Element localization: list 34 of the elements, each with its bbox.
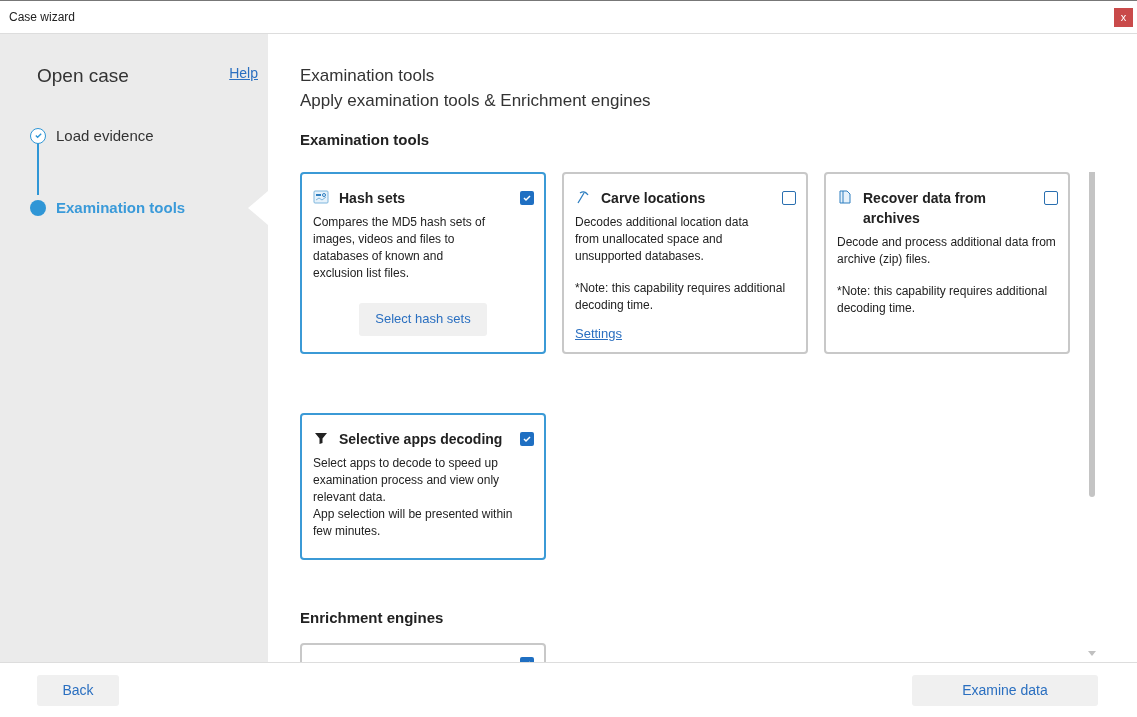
examine-data-button[interactable]: Examine data	[912, 674, 1098, 706]
card-description: Compares the MD5 hash sets of images, videos and files to databases of known and exclusion list files.	[313, 213, 487, 282]
checkbox[interactable]	[520, 190, 534, 205]
picture-icon	[313, 188, 329, 205]
settings-link[interactable]: Settings	[575, 323, 622, 343]
card-description: Select apps to decode to speed up examination process and view only relevant data. App selection will be presented within few minutes.	[313, 454, 514, 540]
checkbox[interactable]	[782, 190, 796, 205]
card-description: Decodes additional location data from unallocated space and unsupported databases.	[575, 213, 750, 265]
window-title: Case wizard	[9, 9, 76, 26]
checkbox[interactable]	[520, 431, 534, 446]
scrollbar-thumb[interactable]	[1089, 171, 1095, 497]
card-title: Hash sets	[339, 188, 407, 208]
section-heading: Enrichment engines	[300, 607, 445, 628]
card-note: *Note: this capability requires additional decoding time.	[575, 279, 787, 314]
card-note: *Note: this capability requires additional decoding time.	[837, 282, 1049, 317]
checkmark-icon	[522, 433, 532, 444]
section-heading: Examination tools	[300, 130, 431, 150]
help-link[interactable]: Help	[229, 63, 258, 84]
step-label[interactable]: Examination tools	[56, 197, 186, 220]
page-title: Examination tools	[300, 65, 436, 87]
document-icon	[837, 188, 853, 205]
back-button[interactable]: Back	[37, 674, 119, 706]
checkmark-icon	[522, 192, 532, 203]
select-hash-sets-button[interactable]: Select hash sets	[359, 302, 487, 336]
close-button[interactable]: x	[1114, 7, 1133, 27]
checkbox[interactable]	[1044, 190, 1058, 205]
card-description: Decode and process additional data from archive (zip) files.	[837, 233, 1057, 268]
sidebar-title: Open case	[37, 64, 129, 88]
card-title: Recover data from archives	[863, 188, 987, 228]
pickaxe-icon	[575, 188, 591, 205]
card-title: Selective apps decoding	[339, 429, 504, 449]
card-title: Carve locations	[601, 188, 707, 208]
step-label[interactable]: Load evidence	[56, 124, 154, 147]
page-subtitle: Apply examination tools & Enrichment engines	[300, 90, 652, 112]
